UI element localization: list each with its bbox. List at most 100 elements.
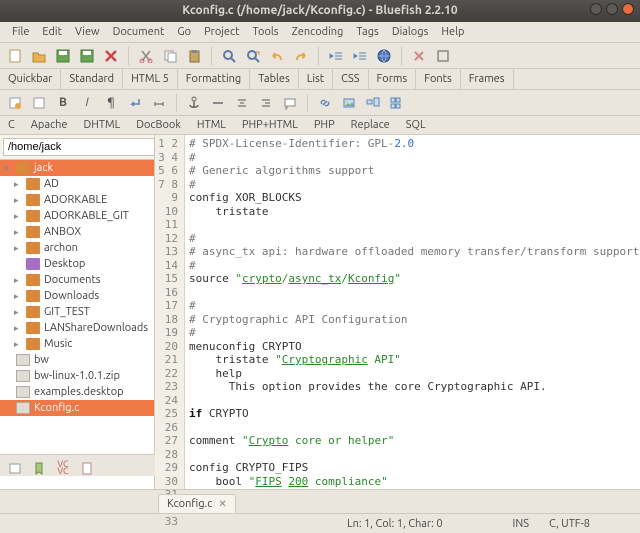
- tree-item[interactable]: ▸GIT_TEST: [0, 304, 154, 320]
- menu-zencoding[interactable]: Zencoding: [286, 24, 350, 40]
- tree-item[interactable]: bw-linux-1.0.1.zip: [0, 368, 154, 384]
- thumbnail-icon[interactable]: [364, 94, 382, 112]
- menu-document[interactable]: Document: [107, 24, 171, 40]
- tree-item[interactable]: ▸Downloads: [0, 288, 154, 304]
- save-as-icon[interactable]: [78, 47, 96, 65]
- save-icon[interactable]: [54, 47, 72, 65]
- delete-icon[interactable]: [102, 47, 120, 65]
- tree-item[interactable]: Kconfig.c: [0, 400, 154, 416]
- redo-icon[interactable]: [292, 47, 310, 65]
- tree-item[interactable]: ▸ANBOX: [0, 224, 154, 240]
- nbsp-icon[interactable]: [150, 94, 168, 112]
- sidebar-footer: VCVC: [0, 454, 155, 476]
- browser-icon[interactable]: [375, 47, 393, 65]
- tree-item[interactable]: bw: [0, 352, 154, 368]
- preferences-icon[interactable]: [410, 47, 428, 65]
- menu-tags[interactable]: Tags: [350, 24, 384, 40]
- tree-item[interactable]: ▸Documents: [0, 272, 154, 288]
- quickbar-tables[interactable]: Tables: [250, 69, 299, 89]
- lang-apache[interactable]: Apache: [23, 116, 76, 134]
- lang-html[interactable]: HTML: [189, 116, 234, 134]
- lang-c[interactable]: C: [0, 116, 23, 134]
- path-selector: ▾: [0, 135, 154, 160]
- new-file-icon[interactable]: [6, 47, 24, 65]
- find-icon[interactable]: [220, 47, 238, 65]
- menu-go[interactable]: Go: [171, 24, 197, 40]
- path-input[interactable]: [3, 138, 155, 156]
- quickstart-icon[interactable]: [6, 94, 24, 112]
- lang-phpplushtml[interactable]: PHP+HTML: [234, 116, 306, 134]
- link-icon[interactable]: [316, 94, 334, 112]
- menu-project[interactable]: Project: [198, 24, 245, 40]
- tree-item[interactable]: ▸Music: [0, 336, 154, 352]
- file-tree[interactable]: ▾jack▸AD▸ADORKABLE▸ADORKABLE_GIT▸ANBOX▸a…: [0, 160, 154, 489]
- tree-item[interactable]: ▸LANShareDownloads: [0, 320, 154, 336]
- tree-item[interactable]: Desktop: [0, 256, 154, 272]
- quickbar-fonts[interactable]: Fonts: [416, 69, 461, 89]
- menu-file[interactable]: File: [6, 24, 35, 40]
- find-replace-icon[interactable]: [244, 47, 262, 65]
- body-icon[interactable]: [30, 94, 48, 112]
- lang-php[interactable]: PHP: [306, 116, 343, 134]
- language-bar: CApacheDHTMLDocBookHTMLPHP+HTMLPHPReplac…: [0, 116, 640, 135]
- tab-kconfig[interactable]: Kconfig.c ✕: [158, 494, 236, 513]
- paste-icon[interactable]: [185, 47, 203, 65]
- status-bar: Ln: 1, Col: 1, Char: 0 INS C, UTF-8: [0, 513, 640, 533]
- menu-help[interactable]: Help: [435, 24, 470, 40]
- menu-bar: FileEditViewDocumentGoProjectToolsZencod…: [0, 22, 640, 43]
- bold-icon[interactable]: B: [54, 94, 72, 112]
- bookmarks-icon[interactable]: [30, 459, 48, 477]
- tree-item[interactable]: examples.desktop: [0, 384, 154, 400]
- indent-icon[interactable]: [351, 47, 369, 65]
- code-editor[interactable]: # SPDX-License-Identifier: GPL-2.0 # # G…: [185, 135, 640, 489]
- hrule-icon[interactable]: [209, 94, 227, 112]
- para-icon[interactable]: ¶: [102, 94, 120, 112]
- snippets-icon[interactable]: [78, 459, 96, 477]
- charmap-icon[interactable]: VCVC: [54, 459, 72, 477]
- close-button[interactable]: [622, 3, 634, 15]
- menu-dialogs[interactable]: Dialogs: [386, 24, 435, 40]
- quickbar-frames[interactable]: Frames: [461, 69, 514, 89]
- html-toolbar: B I ¶: [0, 90, 640, 116]
- tree-item[interactable]: ▾jack: [0, 160, 154, 176]
- menu-view[interactable]: View: [69, 24, 106, 40]
- italic-icon[interactable]: I: [78, 94, 96, 112]
- quickbar-formatting[interactable]: Formatting: [178, 69, 250, 89]
- center-icon[interactable]: [233, 94, 251, 112]
- quickbar-quickbar[interactable]: Quickbar: [0, 69, 61, 89]
- open-file-icon[interactable]: [30, 47, 48, 65]
- sidebar: ▾ ▾jack▸AD▸ADORKABLE▸ADORKABLE_GIT▸ANBOX…: [0, 135, 155, 489]
- tree-item[interactable]: ▸ADORKABLE_GIT: [0, 208, 154, 224]
- document-tabs: Kconfig.c ✕: [0, 489, 640, 513]
- quickbar-list[interactable]: List: [299, 69, 333, 89]
- image-icon[interactable]: [340, 94, 358, 112]
- menu-tools[interactable]: Tools: [246, 24, 284, 40]
- quickbar: QuickbarStandardHTML 5FormattingTablesLi…: [0, 69, 640, 90]
- copy-icon[interactable]: [161, 47, 179, 65]
- tree-item[interactable]: ▸archon: [0, 240, 154, 256]
- comment-icon[interactable]: [281, 94, 299, 112]
- anchor-icon[interactable]: [185, 94, 203, 112]
- quickbar-css[interactable]: CSS: [333, 69, 368, 89]
- unindent-icon[interactable]: [327, 47, 345, 65]
- fullscreen-icon[interactable]: [434, 47, 452, 65]
- tree-item[interactable]: ▸ADORKABLE: [0, 192, 154, 208]
- filebrowser-icon[interactable]: [6, 459, 24, 477]
- main-toolbar: [0, 43, 640, 69]
- tree-item[interactable]: ▸AD: [0, 176, 154, 192]
- maximize-button[interactable]: [606, 3, 618, 15]
- quickbar-forms[interactable]: Forms: [369, 69, 417, 89]
- cut-icon[interactable]: [137, 47, 155, 65]
- lang-replace[interactable]: Replace: [343, 116, 398, 134]
- minimize-button[interactable]: [590, 3, 602, 15]
- right-align-icon[interactable]: [257, 94, 275, 112]
- lang-dhtml[interactable]: DHTML: [75, 116, 128, 134]
- quickbar-standard[interactable]: Standard: [61, 69, 123, 89]
- quickbar-html-5[interactable]: HTML 5: [123, 69, 178, 89]
- lang-docbook[interactable]: DocBook: [128, 116, 189, 134]
- menu-edit[interactable]: Edit: [36, 24, 68, 40]
- undo-icon[interactable]: [268, 47, 286, 65]
- break-icon[interactable]: [126, 94, 144, 112]
- lang-sql[interactable]: SQL: [398, 116, 434, 134]
- multithumbnail-icon[interactable]: [388, 94, 406, 112]
